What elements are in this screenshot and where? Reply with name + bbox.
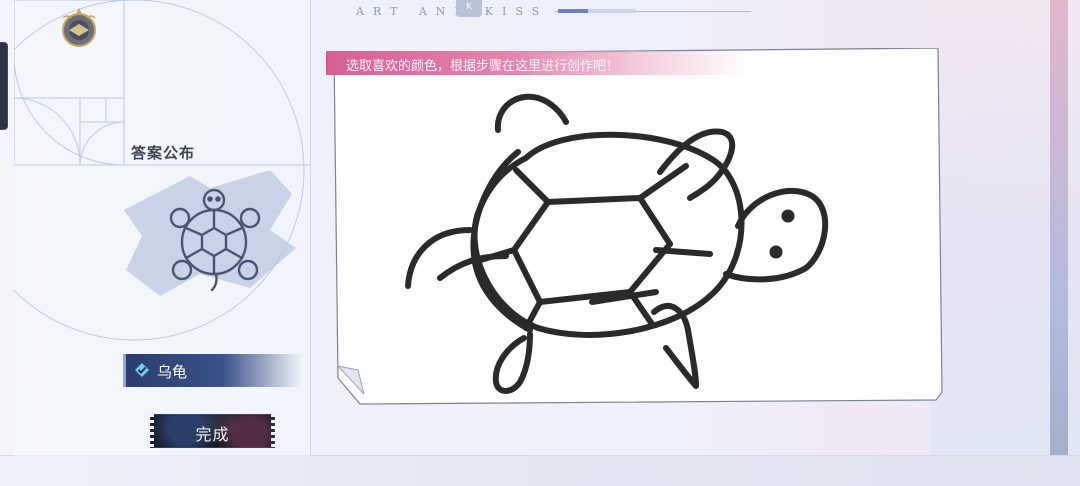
instruction-banner: 选取喜欢的颜色，根据步骤在这里进行创作吧！ — [326, 51, 746, 75]
brand-title: ART AND KISS — [356, 5, 549, 18]
canvas-surface[interactable] — [330, 48, 944, 406]
instruction-text: 选取喜欢的颜色，根据步骤在这里进行创作吧！ — [346, 59, 620, 74]
bottom-band — [0, 455, 1080, 486]
brush-splash — [124, 170, 296, 296]
done-button[interactable]: 完成 — [147, 414, 278, 448]
answer-title: 答案公布 — [131, 144, 196, 162]
side-drawer-handle[interactable] — [0, 42, 8, 130]
answer-label: 乌龟 — [157, 363, 188, 381]
answer-illustration — [124, 170, 296, 296]
progress-fill — [558, 9, 588, 13]
background-right-band — [1050, 0, 1068, 486]
answer-reveal-bar: 乌龟 — [123, 354, 302, 387]
done-button-label: 完成 — [195, 425, 230, 444]
brand-logo-icon: K — [456, 0, 482, 17]
check-badge-icon — [135, 363, 149, 377]
drawing-canvas[interactable] — [330, 48, 944, 406]
progress-bar — [558, 9, 636, 13]
emblem-icon — [62, 8, 96, 47]
